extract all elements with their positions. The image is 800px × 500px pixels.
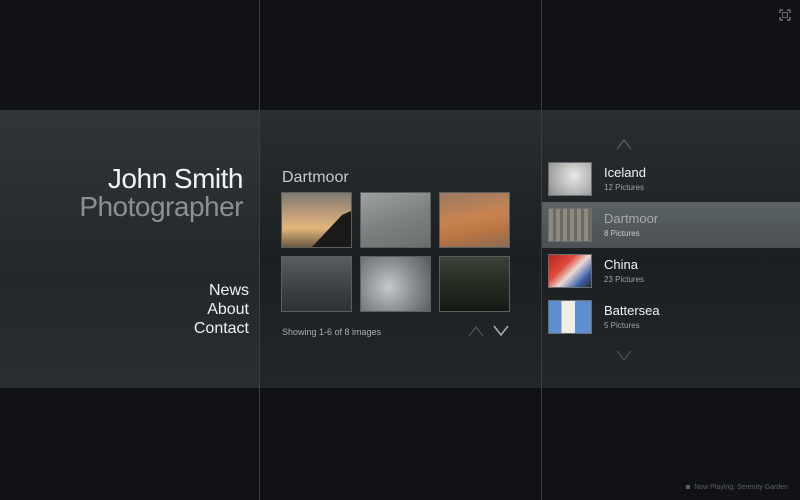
gallery-thumb[interactable] bbox=[281, 256, 352, 312]
chevron-up-icon[interactable] bbox=[468, 324, 484, 337]
play-icon[interactable] bbox=[686, 485, 691, 490]
album-count: 5 Pictures bbox=[604, 321, 640, 330]
fullscreen-icon[interactable] bbox=[779, 8, 791, 21]
album-thumb bbox=[548, 254, 592, 288]
nav-item-contact[interactable]: Contact bbox=[194, 319, 249, 338]
left-band-highlight bbox=[0, 110, 260, 388]
album-thumb bbox=[548, 208, 592, 242]
album-name: Battersea bbox=[604, 303, 660, 318]
now-playing[interactable]: Now Playing: Serenity Garden bbox=[686, 484, 788, 491]
now-playing-text: Now Playing: Serenity Garden bbox=[694, 484, 788, 491]
album-name: China bbox=[604, 257, 638, 272]
album-count: 8 Pictures bbox=[604, 229, 640, 238]
gallery-thumb[interactable] bbox=[360, 256, 431, 312]
album-item-battersea[interactable]: Battersea 5 Pictures bbox=[542, 294, 800, 340]
photographer-role: Photographer bbox=[79, 191, 243, 222]
gallery-thumb[interactable] bbox=[360, 192, 431, 248]
column-divider-left bbox=[259, 0, 260, 500]
album-count: 12 Pictures bbox=[604, 183, 645, 192]
gallery-title: Dartmoor bbox=[282, 169, 349, 186]
album-list-up-icon[interactable] bbox=[616, 137, 632, 150]
album-name: Dartmoor bbox=[604, 211, 659, 226]
gallery-thumb[interactable] bbox=[439, 256, 510, 312]
gallery-thumb[interactable] bbox=[439, 192, 510, 248]
album-item-china[interactable]: China 23 Pictures bbox=[542, 248, 800, 294]
album-thumb bbox=[548, 300, 592, 334]
main-nav: News About Contact bbox=[194, 281, 249, 338]
chevron-down-icon[interactable] bbox=[493, 324, 509, 337]
album-list-down-icon[interactable] bbox=[616, 349, 632, 362]
album-name: Iceland bbox=[604, 165, 646, 180]
gallery-pagination-text: Showing 1-6 of 8 images bbox=[282, 327, 382, 337]
nav-item-about[interactable]: About bbox=[194, 300, 249, 319]
gallery-thumb[interactable] bbox=[281, 192, 352, 248]
album-item-iceland[interactable]: Iceland 12 Pictures bbox=[542, 156, 800, 202]
nav-item-news[interactable]: News bbox=[194, 281, 249, 300]
album-count: 23 Pictures bbox=[604, 275, 645, 284]
album-item-dartmoor[interactable]: Dartmoor 8 Pictures bbox=[542, 202, 800, 248]
album-thumb bbox=[548, 162, 592, 196]
